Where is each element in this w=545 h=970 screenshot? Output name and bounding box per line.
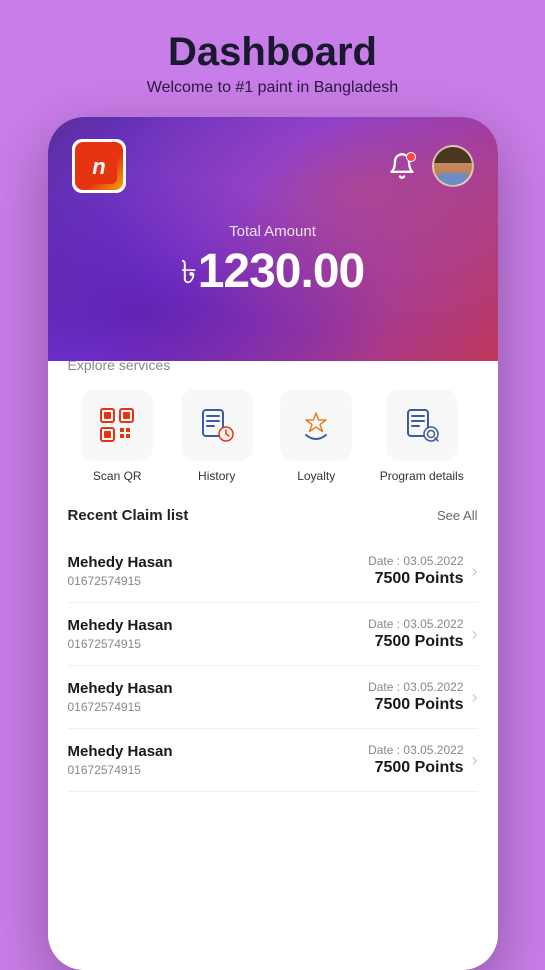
service-program-details[interactable]: Program details — [380, 389, 464, 483]
notification-dot — [406, 152, 416, 162]
scan-qr-label: Scan QR — [93, 469, 142, 483]
nippon-paint-logo: n — [75, 142, 123, 190]
claim-info: Date : 03.05.2022 7500 Points — [368, 554, 463, 588]
claim-phone: 01672574915 — [68, 637, 173, 651]
claim-name: Mehedy Hasan — [68, 743, 173, 760]
service-loyalty[interactable]: Loyalty — [280, 389, 352, 483]
recent-claims-title: Recent Claim list — [68, 507, 189, 524]
phone-top-section: n — [48, 117, 498, 361]
claim-info: Date : 03.05.2022 7500 Points — [368, 617, 463, 651]
logo-box: n — [72, 139, 126, 193]
currency-symbol: ৳ — [181, 254, 196, 290]
claim-phone: 01672574915 — [68, 700, 173, 714]
top-right-icons — [384, 145, 474, 187]
claim-phone: 01672574915 — [68, 574, 173, 588]
phone-bottom-section: Explore services — [48, 333, 498, 970]
notification-bell[interactable] — [384, 148, 420, 184]
see-all-button[interactable]: See All — [437, 508, 477, 523]
claim-left: Mehedy Hasan 01672574915 — [68, 743, 173, 777]
svg-text:n: n — [92, 154, 105, 179]
claim-date: Date : 03.05.2022 — [368, 743, 463, 757]
claim-points: 7500 Points — [368, 759, 463, 777]
claim-left: Mehedy Hasan 01672574915 — [68, 680, 173, 714]
claim-date: Date : 03.05.2022 — [368, 554, 463, 568]
claim-right: Date : 03.05.2022 7500 Points › — [368, 743, 477, 777]
claims-list: Mehedy Hasan 01672574915 Date : 03.05.20… — [68, 540, 478, 792]
claim-left: Mehedy Hasan 01672574915 — [68, 554, 173, 588]
claim-points: 7500 Points — [368, 570, 463, 588]
claim-item[interactable]: Mehedy Hasan 01672574915 Date : 03.05.20… — [68, 729, 478, 792]
claim-date: Date : 03.05.2022 — [368, 680, 463, 694]
claim-right: Date : 03.05.2022 7500 Points › — [368, 680, 477, 714]
claim-right: Date : 03.05.2022 7500 Points › — [368, 554, 477, 588]
total-amount-value: ৳1230.00 — [72, 244, 474, 301]
total-amount-label: Total Amount — [72, 223, 474, 240]
claim-item[interactable]: Mehedy Hasan 01672574915 Date : 03.05.20… — [68, 666, 478, 729]
claim-left: Mehedy Hasan 01672574915 — [68, 617, 173, 651]
claim-name: Mehedy Hasan — [68, 680, 173, 697]
program-details-label: Program details — [380, 469, 464, 483]
claim-right: Date : 03.05.2022 7500 Points › — [368, 617, 477, 651]
chevron-right-icon: › — [472, 687, 478, 708]
claim-date: Date : 03.05.2022 — [368, 617, 463, 631]
services-grid: Scan QR History — [68, 389, 478, 483]
claim-item[interactable]: Mehedy Hasan 01672574915 Date : 03.05.20… — [68, 603, 478, 666]
service-scan-qr[interactable]: Scan QR — [81, 389, 153, 483]
claim-item[interactable]: Mehedy Hasan 01672574915 Date : 03.05.20… — [68, 540, 478, 603]
history-label: History — [198, 469, 235, 483]
claim-name: Mehedy Hasan — [68, 554, 173, 571]
recent-claims-header: Recent Claim list See All — [68, 507, 478, 524]
chevron-right-icon: › — [472, 624, 478, 645]
page-title: Dashboard — [147, 30, 398, 75]
loyalty-label: Loyalty — [297, 469, 335, 483]
page-header: Dashboard Welcome to #1 paint in Banglad… — [147, 0, 398, 117]
page-subtitle: Welcome to #1 paint in Bangladesh — [147, 79, 398, 97]
claim-points: 7500 Points — [368, 633, 463, 651]
chevron-right-icon: › — [472, 561, 478, 582]
phone-frame: n — [48, 117, 498, 970]
claim-info: Date : 03.05.2022 7500 Points — [368, 680, 463, 714]
claim-points: 7500 Points — [368, 696, 463, 714]
avatar[interactable] — [432, 145, 474, 187]
service-history[interactable]: History — [181, 389, 253, 483]
claim-phone: 01672574915 — [68, 763, 173, 777]
claim-info: Date : 03.05.2022 7500 Points — [368, 743, 463, 777]
top-bar: n — [72, 139, 474, 193]
claim-name: Mehedy Hasan — [68, 617, 173, 634]
chevron-right-icon: › — [472, 750, 478, 771]
amount-section: Total Amount ৳1230.00 — [72, 223, 474, 301]
